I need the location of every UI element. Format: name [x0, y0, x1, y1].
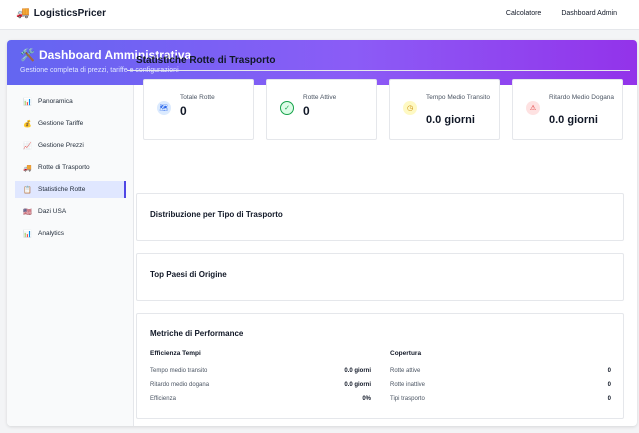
transport-type-distribution-panel: Distribuzione per Tipo di Trasporto: [136, 193, 624, 241]
top-nav: Calcolatore Dashboard Admin: [506, 10, 617, 17]
sidebar-item-label: Dazi USA: [38, 208, 67, 215]
clipboard-icon: 📋: [23, 186, 32, 194]
trending-up-icon: 📈: [23, 142, 32, 150]
stat-card-totale-rotte: 🗺 Totale Rotte 0: [143, 79, 254, 140]
check-circle-icon: ✓: [280, 101, 294, 115]
panel-title: Metriche di Performance: [150, 329, 244, 338]
truck-icon: 🚚: [23, 164, 32, 172]
brand-logo[interactable]: 🚚 LogisticsPricer: [16, 7, 106, 20]
metric-row: Rotte inattive 0: [390, 382, 611, 388]
stat-label: Rotte Attive: [303, 94, 337, 101]
tools-icon: 🛠️: [20, 48, 35, 62]
panel-title: Distribuzione per Tipo di Trasporto: [150, 210, 283, 219]
stat-value: 0: [303, 104, 310, 118]
sidebar-item-label: Analytics: [38, 230, 65, 237]
title-divider: [127, 70, 630, 71]
sidebar-item-dazi-usa[interactable]: 🇺🇸 Dazi USA: [15, 203, 126, 220]
sidebar-item-label: Rotte di Trasporto: [38, 164, 90, 171]
metric-value: 0.0 giorni: [344, 382, 371, 388]
nav-link-calcolatore[interactable]: Calcolatore: [506, 10, 541, 17]
sidebar-item-panoramica[interactable]: 📊 Panoramica: [15, 93, 126, 110]
metric-value: 0: [607, 396, 611, 402]
metric-row: Efficienza 0%: [150, 396, 371, 402]
top-navbar: 🚚 LogisticsPricer Calcolatore Dashboard …: [0, 0, 639, 30]
metric-label: Tipi trasporto: [390, 396, 425, 402]
metric-value: 0: [607, 368, 611, 374]
metric-row: Ritardo medio dogana 0.0 giorni: [150, 382, 371, 388]
performance-metrics-panel: Metriche di Performance Efficienza Tempi…: [136, 313, 624, 419]
nav-link-dashboard-admin[interactable]: Dashboard Admin: [561, 10, 617, 17]
metric-label: Rotte attive: [390, 368, 421, 374]
stat-value: 0.0 giorni: [426, 114, 475, 126]
money-bag-icon: 💰: [23, 120, 32, 128]
coverage-heading: Copertura: [390, 350, 422, 357]
stat-card-rotte-attive: ✓ Rotte Attive 0: [266, 79, 377, 140]
bar-chart-icon: 📊: [23, 98, 32, 106]
stat-value: 0.0 giorni: [549, 114, 598, 126]
stat-label: Tempo Medio Transito: [426, 94, 490, 101]
sidebar-item-rotte-di-trasporto[interactable]: 🚚 Rotte di Trasporto: [15, 159, 126, 176]
sidebar-item-label: Gestione Tariffe: [38, 120, 84, 127]
metric-row: Tipi trasporto 0: [390, 396, 611, 402]
stat-value: 0: [180, 104, 187, 118]
sidebar-item-statistiche-rotte[interactable]: 📋 Statistiche Rotte: [15, 181, 126, 198]
metric-label: Tempo medio transito: [150, 368, 208, 374]
metric-value: 0.0 giorni: [344, 368, 371, 374]
brand-name: LogisticsPricer: [33, 8, 106, 19]
truck-icon: 🚚: [16, 7, 30, 19]
stat-card-ritardo-medio-dogana: ⚠ Ritardo Medio Dogana 0.0 giorni: [512, 79, 623, 140]
metric-label: Rotte inattive: [390, 382, 426, 388]
metric-row: Rotte attive 0: [390, 368, 611, 374]
stat-label: Totale Rotte: [180, 94, 215, 101]
sidebar-item-gestione-prezzi[interactable]: 📈 Gestione Prezzi: [15, 137, 126, 154]
sidebar-item-analytics[interactable]: 📊 Analytics: [15, 225, 126, 242]
bar-chart-icon: 📊: [23, 230, 32, 238]
us-flag-icon: 🇺🇸: [23, 208, 32, 216]
panel-title: Top Paesi di Origine: [150, 270, 227, 279]
page-title: Statistiche Rotte di Trasporto: [136, 55, 276, 66]
sidebar-item-label: Panoramica: [38, 98, 73, 105]
metric-value: 0%: [362, 396, 371, 402]
sidebar-item-label: Statistiche Rotte: [38, 186, 86, 193]
sidebar-item-gestione-tariffe[interactable]: 💰 Gestione Tariffe: [15, 115, 126, 132]
sidebar-item-label: Gestione Prezzi: [38, 142, 84, 149]
clock-icon: ◷: [403, 101, 417, 115]
metric-label: Efficienza: [150, 396, 176, 402]
stat-label: Ritardo Medio Dogana: [549, 94, 615, 101]
sidebar: 📊 Panoramica 💰 Gestione Tariffe 📈 Gestio…: [7, 85, 134, 426]
efficiency-heading: Efficienza Tempi: [150, 350, 201, 357]
metric-row: Tempo medio transito 0.0 giorni: [150, 368, 371, 374]
map-icon: 🗺: [157, 101, 171, 115]
metric-value: 0: [607, 382, 611, 388]
stat-card-tempo-medio-transito: ◷ Tempo Medio Transito 0.0 giorni: [389, 79, 500, 140]
metric-label: Ritardo medio dogana: [150, 382, 210, 388]
top-origin-countries-panel: Top Paesi di Origine: [136, 253, 624, 301]
warning-icon: ⚠: [526, 101, 540, 115]
